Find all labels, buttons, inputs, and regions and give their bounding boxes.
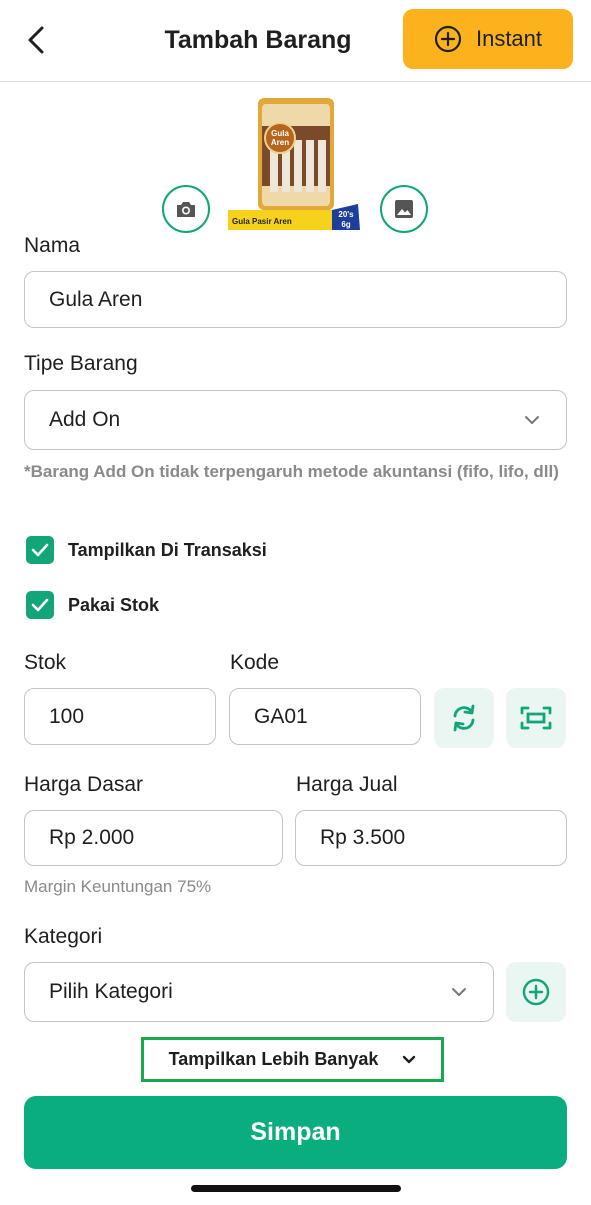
plus-circle-icon <box>434 25 462 53</box>
camera-icon <box>177 202 195 217</box>
gallery-button[interactable] <box>380 185 428 233</box>
app-header: Tambah Barang Instant <box>0 0 591 82</box>
kategori-select[interactable]: Pilih Kategori <box>24 962 494 1022</box>
home-indicator <box>191 1185 401 1192</box>
checkbox-checked[interactable] <box>26 536 54 564</box>
stok-input[interactable]: 100 <box>24 688 216 745</box>
add-kategori-button[interactable] <box>506 962 566 1022</box>
chevron-down-icon <box>403 1055 416 1064</box>
add-on-note: *Barang Add On tidak terpengaruh metode … <box>24 462 559 481</box>
nama-label: Nama <box>24 234 81 257</box>
kategori-value: Pilih Kategori <box>49 980 173 1003</box>
tipe-barang-label: Tipe Barang <box>24 352 138 375</box>
harga-dasar-input[interactable]: Rp 2.000 <box>24 810 283 866</box>
image-icon <box>395 200 413 218</box>
checkbox-tampilkan-di-transaksi[interactable]: Tampilkan Di Transaksi <box>26 536 267 564</box>
camera-button[interactable] <box>162 185 210 233</box>
product-package-illustration: Gula Aren Gula Pasir Aren 20's 6g <box>228 98 360 230</box>
harga-jual-input[interactable]: Rp 3.500 <box>295 810 567 866</box>
instant-button-label: Instant <box>475 26 543 51</box>
package-caption: Gula Pasir Aren <box>232 217 292 226</box>
scan-barcode-button[interactable] <box>506 688 566 748</box>
checkbox-pakai-stok[interactable]: Pakai Stok <box>26 591 159 619</box>
save-button[interactable]: Simpan <box>24 1096 567 1169</box>
instant-button[interactable]: Instant <box>403 9 573 69</box>
checkbox-checked[interactable] <box>26 591 54 619</box>
brand-text-line2: Aren <box>271 138 289 147</box>
stok-label: Stok <box>24 651 67 674</box>
plus-circle-icon <box>522 978 550 1006</box>
chevron-down-icon <box>452 988 466 996</box>
tipe-barang-select[interactable]: Add On <box>24 390 567 450</box>
show-more-button[interactable]: Tampilkan Lebih Banyak <box>141 1037 444 1082</box>
refresh-icon <box>453 704 475 732</box>
show-more-label: Tampilkan Lebih Banyak <box>168 1049 379 1069</box>
checkbox-label: Pakai Stok <box>68 594 160 615</box>
kode-label: Kode <box>230 651 280 674</box>
tipe-barang-value: Add On <box>49 408 121 431</box>
checkmark-icon <box>31 543 49 557</box>
generate-code-button[interactable] <box>434 688 494 748</box>
kode-input[interactable]: GA01 <box>229 688 421 745</box>
checkmark-icon <box>31 598 49 612</box>
harga-jual-label: Harga Jual <box>296 773 398 796</box>
save-button-label: Simpan <box>250 1118 341 1146</box>
kategori-label: Kategori <box>24 925 103 948</box>
chevron-down-icon <box>525 416 539 424</box>
brand-text-line1: Gula <box>271 129 289 138</box>
product-photo-area: Gula Aren Gula Pasir Aren 20's 6g <box>0 90 591 240</box>
margin-text: Margin Keuntungan 75% <box>24 877 212 896</box>
nama-input[interactable]: Gula Aren <box>24 271 567 328</box>
harga-dasar-label: Harga Dasar <box>24 773 144 796</box>
product-image[interactable]: Gula Aren Gula Pasir Aren 20's 6g <box>226 96 366 236</box>
scan-icon <box>520 706 552 730</box>
package-badge-line2: 6g <box>341 220 350 229</box>
package-badge-line1: 20's <box>338 210 354 219</box>
checkbox-label: Tampilkan Di Transaksi <box>68 539 267 560</box>
